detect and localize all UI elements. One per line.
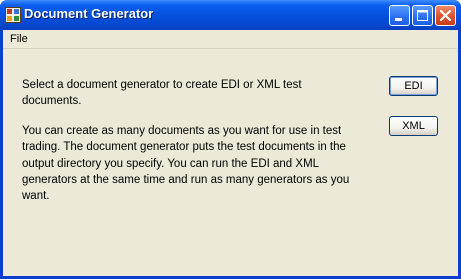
- xml-generator-button[interactable]: XML: [389, 116, 438, 136]
- menu-file[interactable]: File: [6, 31, 32, 47]
- document-generator-window: Document Generator File Select a documen…: [0, 0, 461, 279]
- window-client-area: File Select a document generator to crea…: [3, 30, 458, 276]
- title-bar[interactable]: Document Generator: [0, 0, 461, 30]
- document-generator-icon[interactable]: [5, 7, 21, 23]
- maximize-icon: [417, 10, 428, 21]
- edi-generator-button[interactable]: EDI: [389, 76, 438, 96]
- minimize-button[interactable]: [389, 5, 410, 26]
- details-text: You can create as many documents as you …: [22, 125, 350, 203]
- intro-text: Select a document generator to create ED…: [22, 79, 302, 108]
- minimize-icon: [395, 18, 402, 21]
- close-icon: [439, 9, 452, 22]
- maximize-button[interactable]: [412, 5, 433, 26]
- close-button[interactable]: [435, 5, 456, 26]
- menu-bar: File: [3, 30, 458, 49]
- window-title: Document Generator: [24, 6, 154, 21]
